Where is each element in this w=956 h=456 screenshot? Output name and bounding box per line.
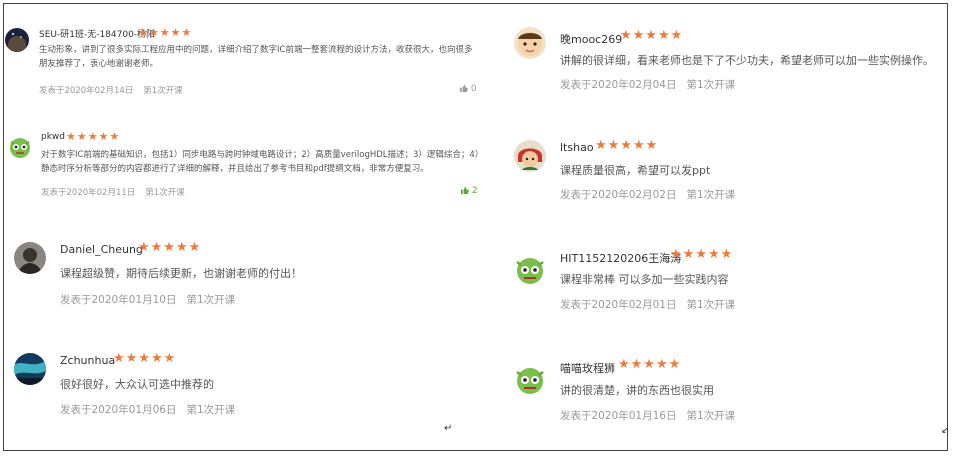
- review-meta: 发表于2020年01月10日 第1次开课: [60, 292, 245, 307]
- rating-stars: ★★★★★: [113, 351, 177, 366]
- review-meta: 发表于2020年01月06日 第1次开课: [60, 402, 245, 417]
- review-item: Daniel_Cheung ★★★★★ 课程超级赞，期待后续更新，也谢谢老师的付…: [14, 240, 474, 310]
- aurora-avatar-icon[interactable]: [14, 353, 46, 385]
- review-username[interactable]: 晚mooc269: [560, 31, 622, 47]
- review-session: 第1次开课: [686, 299, 736, 311]
- cartoon-girl-avatar-icon[interactable]: [514, 140, 546, 172]
- review-date: 发表于2020年02月14日: [39, 86, 134, 96]
- review-content: 课程非常棒 可以多加一些实践内容: [560, 273, 729, 286]
- review-meta: 发表于2020年01月16日 第1次开课: [560, 408, 745, 423]
- review-content: 生动形象，讲到了很多实际工程应用中的问题，详细介绍了数字IC前端一整套流程的设计…: [39, 45, 473, 69]
- review-meta: 发表于2020年02月11日 第1次开课: [41, 186, 195, 198]
- review-meta: 发表于2020年02月02日 第1次开课: [560, 187, 745, 202]
- baby-face-avatar-icon[interactable]: [514, 27, 546, 59]
- review-item: SEU-研1班-无-184700-杨阳 ★★★★★ 生动形象，讲到了很多实际工程…: [5, 26, 490, 101]
- thumbs-up-icon: [459, 84, 468, 93]
- rating-stars: ★★★★★: [670, 247, 734, 262]
- rating-stars: ★★★★★: [138, 240, 202, 255]
- review-item: Zchunhua ★★★★★ 很好很好，大众认可选中推荐的 发表于2020年01…: [14, 350, 474, 420]
- rating-stars: ★★★★★: [138, 26, 193, 39]
- green-monster-avatar-icon[interactable]: [514, 364, 546, 396]
- review-item: HIT1152120206王海涛 ★★★★★ 课程非常棒 可以多加一些实践内容 …: [514, 247, 944, 318]
- review-date: 发表于2020年01月10日: [60, 294, 177, 306]
- review-date: 发表于2020年02月01日: [560, 299, 677, 311]
- review-item: ltshao ★★★★★ 课程质量很高，希望可以发ppt 发表于2020年02月…: [514, 138, 944, 208]
- rating-stars: ★★★★★: [66, 130, 121, 143]
- review-content: 对于数字IC前端的基础知识，包括1）同步电路与跨时钟域电路设计；2）高质量ver…: [41, 150, 480, 174]
- review-date: 发表于2020年02月11日: [41, 188, 136, 198]
- thumbs-up-icon: [460, 186, 469, 195]
- review-session: 第1次开课: [145, 188, 185, 198]
- review-session: 第1次开课: [686, 410, 736, 422]
- review-date: 发表于2020年02月04日: [560, 79, 677, 91]
- like-count: 2: [471, 186, 478, 196]
- like-button[interactable]: 2: [460, 186, 478, 196]
- review-content: 课程超级赞，期待后续更新，也谢谢老师的付出！: [60, 267, 302, 280]
- review-content: 很好很好，大众认可选中推荐的: [60, 378, 214, 391]
- review-username[interactable]: 喵喵玫程狮: [560, 360, 615, 376]
- rating-stars: ★★★★★: [595, 138, 659, 153]
- green-monster-avatar-icon[interactable]: [514, 254, 546, 286]
- paragraph-mark: ↵: [444, 423, 453, 434]
- review-username[interactable]: Zchunhua: [60, 354, 115, 367]
- rating-stars: ★★★★★: [618, 357, 682, 372]
- review-username[interactable]: ltshao: [560, 141, 594, 154]
- review-date: 发表于2020年02月02日: [560, 189, 677, 201]
- review-date: 发表于2020年01月16日: [560, 410, 677, 422]
- review-session: 第1次开课: [686, 189, 736, 201]
- review-username[interactable]: pkwd: [41, 132, 65, 142]
- review-date: 发表于2020年01月06日: [60, 404, 177, 416]
- edge-mark: ↙: [941, 425, 950, 436]
- review-meta: 发表于2020年02月04日 第1次开课: [560, 77, 745, 92]
- review-content: 讲的很清楚，讲的东西也很实用: [560, 384, 714, 397]
- review-meta: 发表于2020年02月14日 第1次开课: [39, 84, 193, 96]
- review-item: 晚mooc269 ★★★★★ 讲解的很详细，看来老师也是下了不少功夫，希望老师可…: [514, 27, 944, 97]
- review-item: pkwd ★★★★★ 对于数字IC前端的基础知识，包括1）同步电路与跨时钟域电路…: [8, 130, 490, 201]
- review-session: 第1次开课: [186, 294, 236, 306]
- review-username[interactable]: Daniel_Cheung: [60, 243, 143, 256]
- review-meta: 发表于2020年02月01日 第1次开课: [560, 297, 745, 312]
- like-count: 0: [470, 84, 477, 94]
- review-item: 喵喵玫程狮 ★★★★★ 讲的很清楚，讲的东西也很实用 发表于2020年01月16…: [514, 357, 944, 428]
- review-content: 课程质量很高，希望可以发ppt: [560, 164, 711, 177]
- review-session: 第1次开课: [686, 79, 736, 91]
- review-session: 第1次开课: [143, 86, 183, 96]
- review-content: 讲解的很详细，看来老师也是下了不少功夫，希望老师可以加一些实例操作。: [560, 54, 934, 67]
- night-sky-avatar-icon[interactable]: [5, 28, 29, 52]
- person-photo-avatar-icon[interactable]: [14, 242, 46, 274]
- green-monster-avatar-icon[interactable]: [8, 135, 32, 159]
- review-username[interactable]: HIT1152120206王海涛: [560, 250, 681, 266]
- review-session: 第1次开课: [186, 404, 236, 416]
- like-button[interactable]: 0: [459, 84, 477, 94]
- rating-stars: ★★★★★: [620, 28, 684, 43]
